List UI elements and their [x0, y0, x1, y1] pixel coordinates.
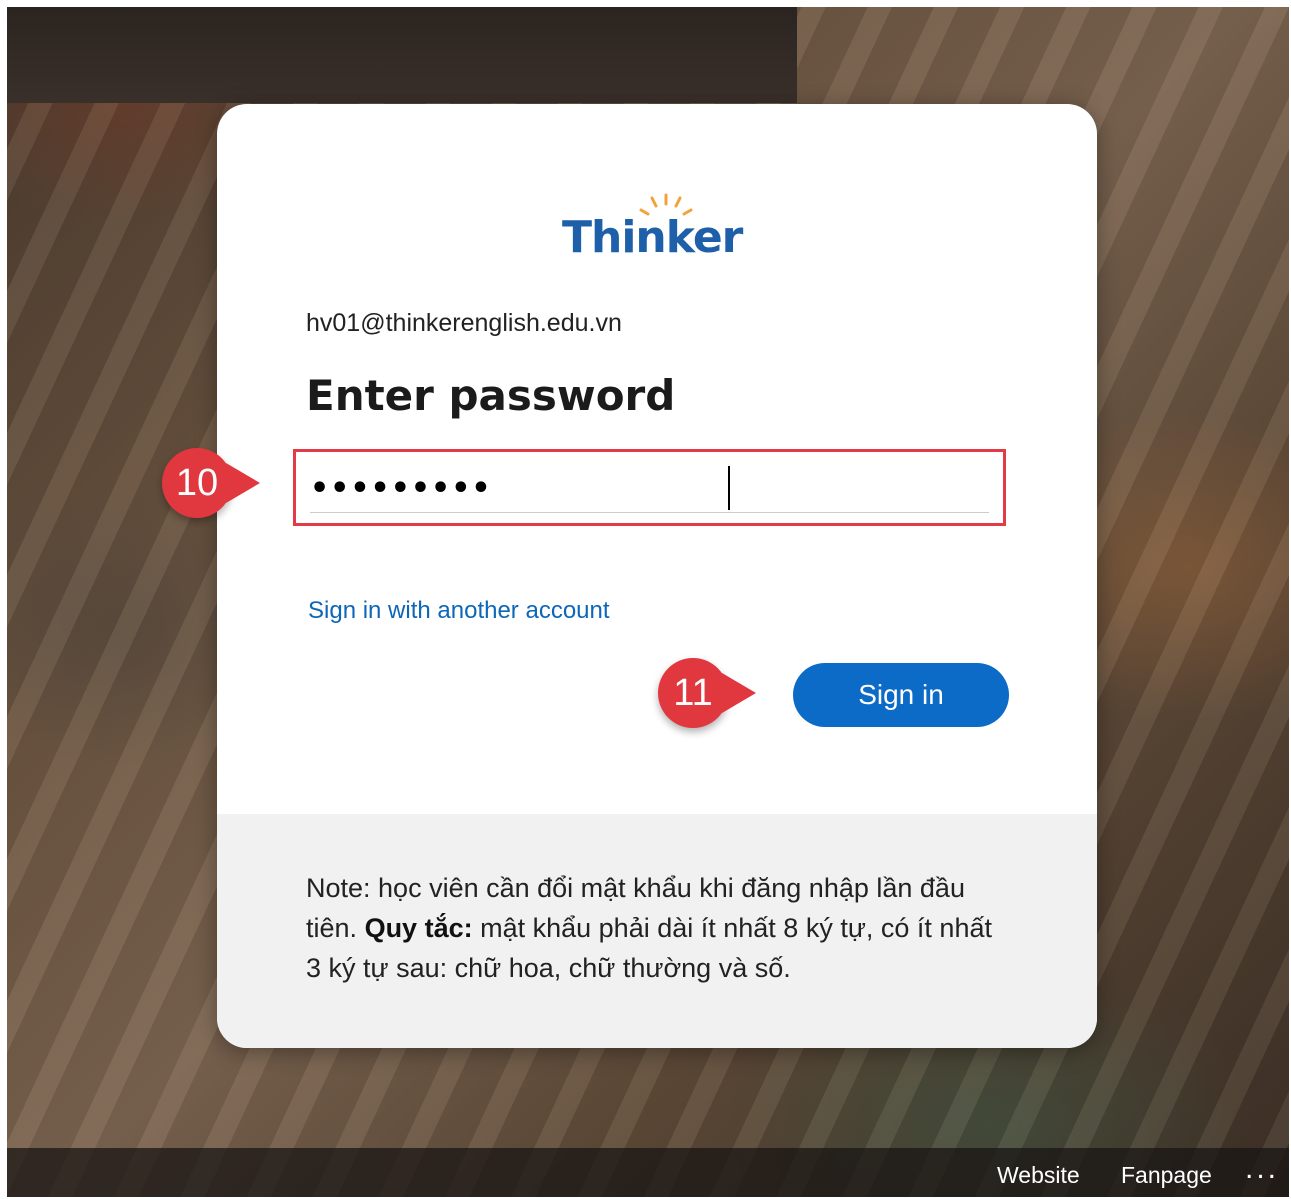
password-field-highlight	[293, 449, 1006, 526]
note-text: Note: học viên cần đổi mật khẩu khi đăng…	[306, 868, 1006, 988]
footer-bar: Website Fanpage ...	[7, 1148, 1289, 1197]
input-underline	[310, 512, 989, 513]
page-title: Enter password	[306, 371, 676, 420]
note-rule-label: Quy tắc:	[364, 913, 473, 943]
background-photo: Thinker hv01@thinkerenglish.edu.vn Enter…	[7, 7, 1289, 1197]
logo-text: Thinker	[562, 212, 743, 263]
login-card: Thinker hv01@thinkerenglish.edu.vn Enter…	[217, 104, 1097, 1048]
background-monitor	[7, 7, 797, 103]
password-input[interactable]	[310, 466, 730, 510]
step-badge-11: 11	[658, 658, 756, 728]
footer-more-icon[interactable]: ...	[1245, 1152, 1279, 1186]
footer-website-link[interactable]: Website	[997, 1162, 1080, 1189]
note-panel: Note: học viên cần đổi mật khẩu khi đăng…	[217, 814, 1097, 1048]
account-email: hv01@thinkerenglish.edu.vn	[306, 309, 622, 337]
step-badge-10: 10	[162, 448, 260, 518]
thinker-logo: Thinker	[562, 192, 762, 263]
sign-in-another-account-link[interactable]: Sign in with another account	[308, 597, 610, 625]
footer-fanpage-link[interactable]: Fanpage	[1121, 1162, 1212, 1189]
sign-in-button[interactable]: Sign in	[793, 663, 1009, 727]
